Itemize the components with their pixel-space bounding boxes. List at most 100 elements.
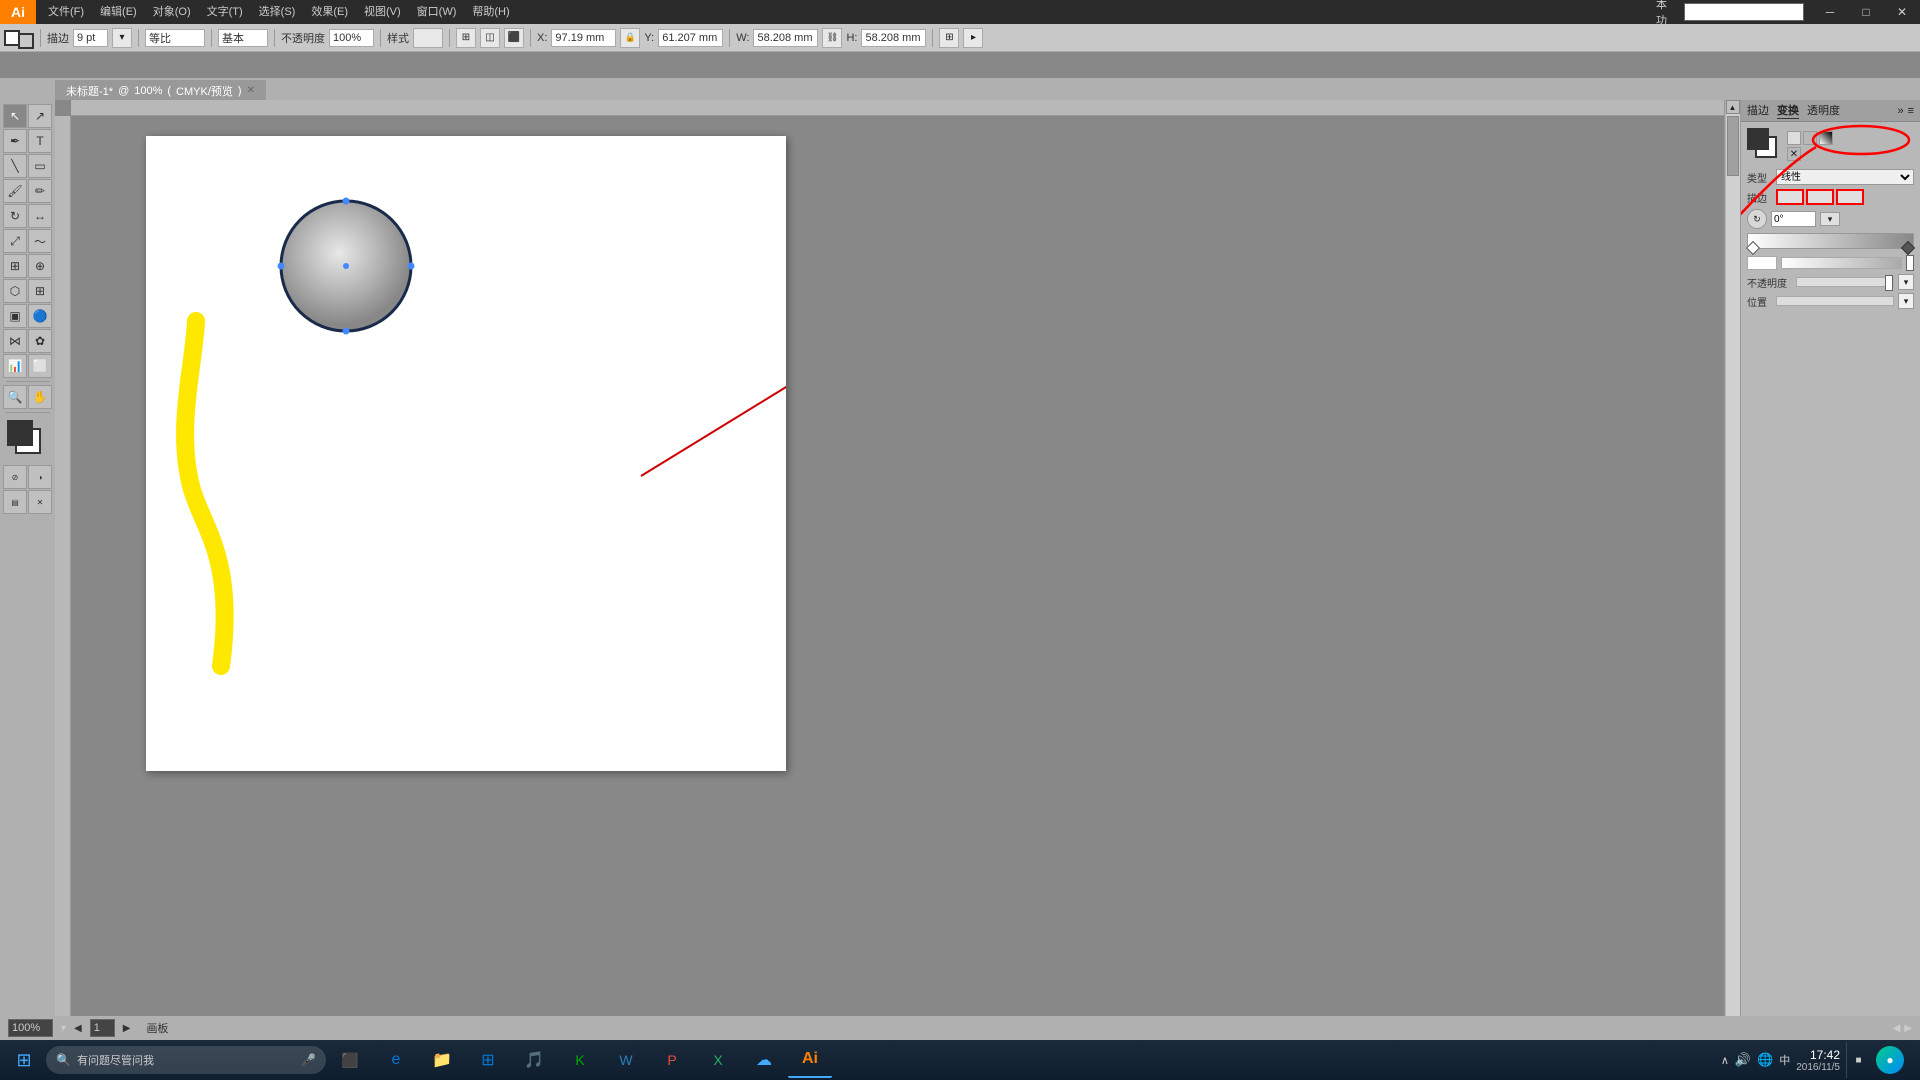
panel-tab-stroke[interactable]: 描边	[1747, 102, 1769, 119]
search-field[interactable]	[1684, 3, 1804, 21]
select-tool[interactable]: ↖	[3, 104, 27, 128]
taskbar-store[interactable]: ⊞	[466, 1042, 510, 1078]
gradient-ramp[interactable]	[1747, 233, 1914, 249]
more-options-icon[interactable]: ▸	[963, 28, 983, 48]
gradient-type-select[interactable]: 线性 径向	[1776, 169, 1914, 185]
taskbar-kaspersky[interactable]: K	[558, 1042, 602, 1078]
fill-option[interactable]	[1787, 131, 1801, 145]
menu-view[interactable]: 视图(V)	[356, 0, 409, 24]
zoom-tool[interactable]: 🔍	[3, 385, 27, 409]
clock-area[interactable]: 17:42 2016/11/5	[1796, 1048, 1840, 1073]
opacity-thumb[interactable]	[1885, 275, 1893, 291]
gradient-stop-right[interactable]	[1901, 241, 1915, 255]
menu-edit[interactable]: 编辑(E)	[92, 0, 145, 24]
gradient-option[interactable]	[1819, 131, 1833, 145]
h-input[interactable]	[861, 29, 926, 47]
pencil-tool[interactable]: ✏	[28, 179, 52, 203]
minimize-button[interactable]: ─	[1812, 0, 1848, 24]
taskbar-powerpoint[interactable]: P	[650, 1042, 694, 1078]
red-line-object[interactable]	[641, 384, 786, 476]
opacity-dropdown[interactable]: ▾	[1898, 274, 1914, 290]
color-thumb[interactable]	[1906, 255, 1914, 271]
scale-tool[interactable]: ⤢	[3, 229, 27, 253]
panel-expand-icon[interactable]: »	[1897, 105, 1903, 117]
x-input[interactable]	[551, 29, 616, 47]
opacity-track[interactable]	[1796, 277, 1894, 287]
panel-tab-transform[interactable]: 变换	[1777, 102, 1799, 119]
transform-icon1[interactable]: ⊞	[456, 28, 476, 48]
tray-network[interactable]: 🌐	[1757, 1052, 1773, 1068]
taskbar-task-view[interactable]: ⬛	[328, 1042, 372, 1078]
panel-tab-opacity[interactable]: 透明度	[1807, 102, 1840, 119]
close-button[interactable]: ✕	[1884, 0, 1920, 24]
transform-options-icon[interactable]: ⊞	[939, 28, 959, 48]
y-input[interactable]	[658, 29, 723, 47]
tab-close-button[interactable]: ✕	[247, 85, 255, 96]
pen-tool[interactable]: ✒	[3, 129, 27, 153]
zoom-dropdown[interactable]: ▾	[61, 1023, 66, 1034]
none-btn[interactable]: ✕	[28, 490, 52, 514]
eyedropper-tool[interactable]: 🔵	[28, 304, 52, 328]
lock-proportions-icon[interactable]: 🔒	[620, 28, 640, 48]
menu-window[interactable]: 窗口(W)	[409, 0, 465, 24]
gradient-tool[interactable]: ▣	[3, 304, 27, 328]
menu-object[interactable]: 对象(O)	[145, 0, 199, 24]
artboard-tool[interactable]: ⬜	[28, 354, 52, 378]
white-swatch[interactable]	[1747, 256, 1777, 270]
scroll-thumb[interactable]	[1727, 116, 1739, 176]
blend-tool[interactable]: ⋈	[3, 329, 27, 353]
graph-tool[interactable]: 📊	[3, 354, 27, 378]
stroke-box1[interactable]	[1776, 189, 1804, 205]
align-icon1[interactable]: ⬛	[504, 28, 524, 48]
vertical-scrollbar[interactable]: ▲ ▼	[1724, 100, 1740, 1052]
symbol-sprayer-tool[interactable]: ✿	[28, 329, 52, 353]
panel-fg-swatch[interactable]	[1747, 128, 1769, 150]
scroll-up-btn[interactable]: ▲	[1726, 100, 1740, 114]
rotate-tool[interactable]: ↻	[3, 204, 27, 228]
nav-left[interactable]: ◀	[1893, 1023, 1901, 1034]
type-tool[interactable]: T	[28, 129, 52, 153]
position-dropdown[interactable]: ▾	[1898, 293, 1914, 309]
menu-file[interactable]: 文件(F)	[40, 0, 92, 24]
taskbar-explorer[interactable]: 📁	[420, 1042, 464, 1078]
perspective-grid-tool[interactable]: ⬡	[3, 279, 27, 303]
start-button[interactable]: ⊞	[4, 1042, 44, 1078]
style-preview[interactable]	[413, 28, 443, 48]
taskbar-excel[interactable]: X	[696, 1042, 740, 1078]
show-desktop-btn[interactable]: ■	[1846, 1042, 1870, 1078]
angle-dropdown[interactable]: ▾	[1820, 212, 1840, 226]
gradient-fill-btn[interactable]: ▤	[3, 490, 27, 514]
stroke-option[interactable]	[1803, 131, 1817, 145]
menu-help[interactable]: 帮助(H)	[464, 0, 517, 24]
tray-speaker[interactable]: 🔊	[1735, 1052, 1751, 1068]
gradient-stop-left[interactable]	[1746, 241, 1760, 255]
taskbar-illustrator[interactable]: Ai	[788, 1042, 832, 1078]
color-slider[interactable]	[1781, 257, 1902, 269]
angle-input[interactable]	[1771, 211, 1816, 227]
angle-dial[interactable]: ↻	[1747, 209, 1767, 229]
scroll-track[interactable]	[1726, 114, 1740, 1038]
tray-ime[interactable]: 中	[1779, 1052, 1790, 1068]
link-wh-icon[interactable]: ⛓	[822, 28, 842, 48]
menu-effect[interactable]: 效果(E)	[303, 0, 356, 24]
page-input[interactable]	[90, 1019, 115, 1037]
stroke-box3[interactable]	[1836, 189, 1864, 205]
document-tab[interactable]: 未标题-1* @ 100% ( CMYK/预览 ) ✕	[55, 80, 266, 100]
position-track[interactable]	[1776, 296, 1894, 306]
taskbar-search[interactable]: 🔍 有问题尽管问我 🎤	[46, 1046, 326, 1074]
page-next[interactable]: ▶	[123, 1023, 131, 1034]
zoom-input[interactable]	[8, 1019, 53, 1037]
taskbar-groove[interactable]: 🎵	[512, 1042, 556, 1078]
stroke-size-input[interactable]	[73, 29, 108, 47]
none-option[interactable]: ✕	[1787, 147, 1801, 161]
hand-tool[interactable]: ✋	[28, 385, 52, 409]
menu-text[interactable]: 文字(T)	[199, 0, 251, 24]
transform-icon2[interactable]: ◫	[480, 28, 500, 48]
shape-builder-tool[interactable]: ⊕	[28, 254, 52, 278]
brush-tool[interactable]: 🖌	[3, 179, 27, 203]
cortana-btn[interactable]: ●	[1876, 1046, 1904, 1074]
stroke-outline-swatch[interactable]	[18, 33, 34, 49]
rectangle-tool[interactable]: ▭	[28, 154, 52, 178]
foreground-color-swatch[interactable]	[7, 420, 33, 446]
direct-select-tool[interactable]: ↗	[28, 104, 52, 128]
